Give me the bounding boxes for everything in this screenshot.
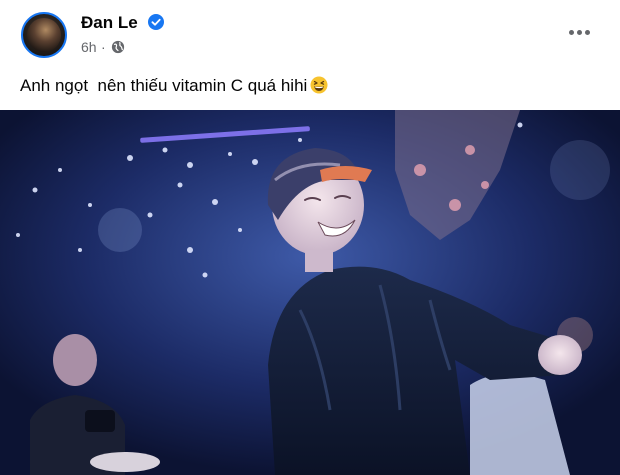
separator-dot: · <box>101 39 106 55</box>
post-photo[interactable] <box>0 110 620 475</box>
avatar-image <box>27 18 61 52</box>
photo-scene <box>0 110 620 475</box>
author-avatar[interactable] <box>21 12 67 58</box>
grinning-squinting-face-icon <box>310 76 328 94</box>
more-dot <box>584 29 590 35</box>
more-options-button[interactable] <box>562 20 596 44</box>
post-caption: Anh ngọt nên thiếu vitamin C quá hihi <box>20 76 328 96</box>
post-caption-text: Anh ngọt nên thiếu vitamin C quá hihi <box>20 76 308 95</box>
more-dot <box>576 29 582 35</box>
author-name[interactable]: Đan Le <box>81 13 138 33</box>
post-timestamp[interactable]: 6h <box>81 39 97 55</box>
verified-badge-icon <box>148 14 164 30</box>
post-header: Đan Le 6h · <box>0 0 620 66</box>
globe-icon[interactable] <box>111 40 125 54</box>
more-horizontal-icon <box>568 29 574 35</box>
